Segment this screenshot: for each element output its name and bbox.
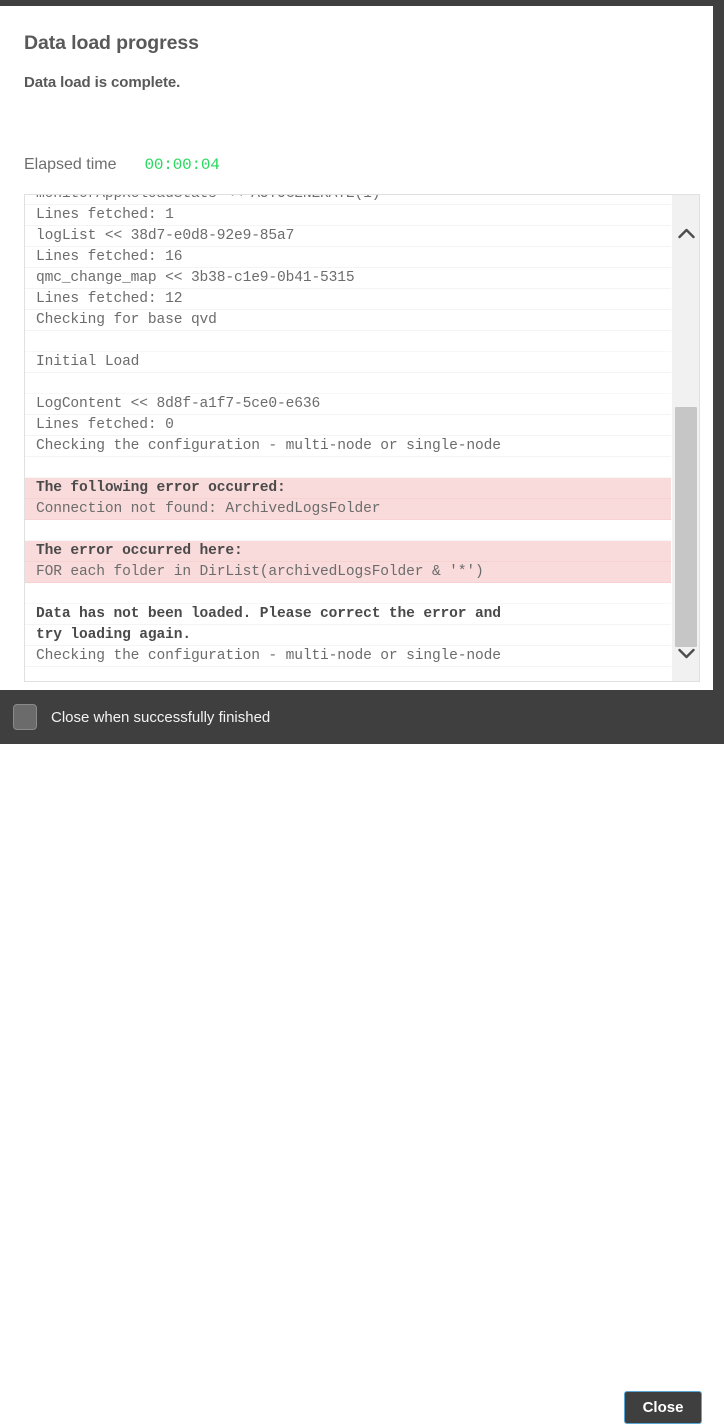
log-line bbox=[25, 520, 672, 541]
log-line: The error occurred here: bbox=[25, 541, 672, 562]
log-line: Connection not found: ArchivedLogsFolder bbox=[25, 499, 672, 520]
data-load-progress-window: Data load progress Data load is complete… bbox=[0, 0, 724, 1424]
log-line bbox=[25, 373, 672, 394]
log-line bbox=[25, 457, 672, 478]
close-button[interactable]: Close bbox=[624, 1391, 702, 1424]
log-line: qmc_change_map << 3b38-c1e9-0b41-5315 bbox=[25, 268, 672, 289]
dialog-body: Data load progress Data load is complete… bbox=[0, 6, 713, 690]
log-line: Initial Load bbox=[25, 352, 672, 373]
window-right-chrome-strip bbox=[716, 0, 724, 744]
log-line bbox=[25, 331, 672, 352]
close-when-finished-option[interactable]: Close when successfully finished bbox=[13, 704, 270, 730]
dialog-footer: Close when successfully finished Close bbox=[0, 690, 724, 1424]
log-line: LogContent << 8d8f-a1f7-5ce0-e636 bbox=[25, 394, 672, 415]
elapsed-time-label: Elapsed time bbox=[24, 156, 117, 173]
load-log-line-list: monitorAppReloadStats << AUTOGENERATE(1)… bbox=[25, 195, 672, 667]
load-log-panel: monitorAppReloadStats << AUTOGENERATE(1)… bbox=[24, 194, 700, 682]
window-right-border bbox=[713, 6, 716, 690]
log-line: FOR each folder in DirList(archivedLogsF… bbox=[25, 562, 672, 583]
scrollbar-thumb[interactable] bbox=[675, 407, 697, 647]
close-when-finished-label: Close when successfully finished bbox=[51, 708, 271, 726]
log-line: monitorAppReloadStats << AUTOGENERATE(1) bbox=[25, 195, 672, 205]
elapsed-time-row: Elapsed time 00:00:04 bbox=[24, 156, 220, 180]
close-when-finished-checkbox[interactable] bbox=[13, 704, 37, 730]
log-line: Lines fetched: 1 bbox=[25, 205, 672, 226]
log-line: Checking for base qvd bbox=[25, 310, 672, 331]
log-line: Lines fetched: 0 bbox=[25, 415, 672, 436]
load-log-scrollbar[interactable] bbox=[671, 195, 699, 681]
chevron-up-icon[interactable] bbox=[672, 213, 699, 253]
chevron-down-icon[interactable] bbox=[672, 633, 699, 673]
log-line bbox=[25, 583, 672, 604]
log-line: Data has not been loaded. Please correct… bbox=[25, 604, 672, 625]
log-line: Checking the configuration - multi-node … bbox=[25, 646, 672, 667]
log-line: The following error occurred: bbox=[25, 478, 672, 499]
log-line: Lines fetched: 12 bbox=[25, 289, 672, 310]
load-status-text: Data load is complete. bbox=[24, 74, 181, 91]
log-line: Checking the configuration - multi-node … bbox=[25, 436, 672, 457]
load-log-viewport[interactable]: monitorAppReloadStats << AUTOGENERATE(1)… bbox=[25, 195, 672, 681]
elapsed-time-value: 00:00:04 bbox=[144, 156, 220, 174]
log-line: Lines fetched: 16 bbox=[25, 247, 672, 268]
page-title: Data load progress bbox=[24, 32, 199, 54]
log-line: try loading again. bbox=[25, 625, 672, 646]
log-line: logList << 38d7-e0d8-92e9-85a7 bbox=[25, 226, 672, 247]
